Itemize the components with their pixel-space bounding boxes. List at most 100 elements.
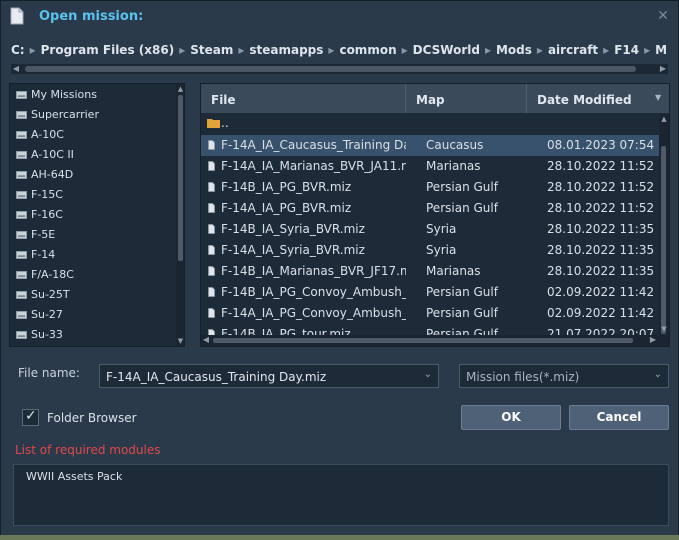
table-row[interactable]: F-14B_IA_Marianas_BVR_JF17.miz Marianas 28… — [201, 261, 659, 282]
table-row[interactable]: F-14A_IA_Syria_BVR.miz Syria 28.10.2022 11… — [201, 240, 659, 261]
breadcrumb: C: ▸ Program Files (x86) ▸ Steam ▸ steamapps ▸ c… — [11, 43, 668, 63]
table-row[interactable]: F-14A_IA_Caucasus_Training Day.miz Caucas… — [201, 135, 659, 156]
shortcut-item[interactable]: F-15C — [10, 185, 175, 205]
scroll-right-icon[interactable]: ▶ — [658, 64, 668, 74]
path-scrollbar[interactable]: ◀ ▶ — [11, 64, 668, 74]
drive-icon — [16, 131, 27, 139]
drive-icon — [16, 211, 27, 219]
scroll-left-icon[interactable]: ◀ — [11, 64, 21, 74]
file-name-cell: F-14B_IA_PG_Convoy_Ambush_Lvl1.miz — [221, 285, 406, 299]
folder-browser-checkbox[interactable]: ✓ — [22, 408, 39, 426]
shortcut-list-scrollbar[interactable]: ▲ ▼ — [176, 84, 184, 346]
shortcut-list: ▲ ▼ My Missions Supercarrier A-10C A-10C II… — [9, 83, 185, 347]
date-cell: 08.01.2023 07:54 — [547, 138, 655, 152]
file-icon — [208, 140, 215, 150]
shortcut-item-label: Supercarrier — [31, 108, 99, 121]
breadcrumb-segment[interactable]: steamapps — [249, 43, 323, 57]
scroll-down-icon[interactable]: ▼ — [659, 324, 669, 334]
close-icon[interactable]: ✕ — [656, 9, 670, 23]
shortcut-item-label: Su-25T — [31, 288, 70, 301]
sort-arrow-icon: ▼ — [655, 93, 662, 102]
chevron-down-icon[interactable]: ⌄ — [424, 369, 432, 380]
scroll-up-icon[interactable]: ▲ — [176, 84, 184, 94]
date-cell: 02.09.2022 11:42 — [547, 285, 655, 299]
drive-icon — [16, 291, 27, 299]
shortcut-item[interactable]: Supercarrier — [10, 105, 175, 125]
shortcut-item[interactable]: F/A-18C — [10, 265, 175, 285]
table-row[interactable]: F-14A_IA_PG_BVR.miz Persian Gulf 28.10.202… — [201, 198, 659, 219]
scroll-right-icon[interactable]: ▶ — [648, 335, 658, 345]
map-cell: Persian Gulf — [426, 306, 498, 320]
file-name-cell: F-14A_IA_Syria_BVR.miz — [221, 243, 365, 257]
path-scrollbar-thumb[interactable] — [25, 66, 636, 72]
cancel-button[interactable]: Cancel — [569, 405, 669, 430]
chevron-down-icon[interactable]: ⌄ — [654, 369, 662, 380]
document-icon — [10, 7, 24, 25]
shortcut-item[interactable]: Su-25T — [10, 285, 175, 305]
scroll-down-icon[interactable]: ▼ — [176, 336, 184, 346]
file-table-hscroll-thumb[interactable] — [213, 338, 633, 343]
shortcut-item[interactable]: A-10C — [10, 125, 175, 145]
shortcut-item-label: AH-64D — [31, 168, 74, 181]
drive-icon — [16, 311, 27, 319]
file-table: File Map Date Modified ▼ .. F-14A_IA_Cau… — [200, 83, 670, 347]
file-icon — [208, 266, 215, 276]
table-row[interactable]: F-14B_IA_Syria_BVR.miz Syria 28.10.2022 11… — [201, 219, 659, 240]
ok-button[interactable]: OK — [461, 405, 561, 430]
map-cell: Marianas — [426, 159, 481, 173]
shortcut-item[interactable]: AH-64D — [10, 165, 175, 185]
file-type-select[interactable]: Mission files(*.miz) ⌄ — [459, 364, 669, 388]
breadcrumb-segment[interactable]: C: — [11, 43, 25, 57]
shortcut-item-label: F/A-18C — [31, 268, 74, 281]
breadcrumb-segment[interactable]: common — [339, 43, 396, 57]
file-name-combobox[interactable]: F-14A_IA_Caucasus_Training Day.miz ⌄ — [99, 364, 439, 388]
breadcrumb-separator-icon: ▸ — [401, 43, 408, 57]
shortcut-item[interactable]: My Missions — [10, 85, 175, 105]
date-cell: 28.10.2022 11:35 — [547, 222, 655, 236]
breadcrumb-segment[interactable]: Mods — [496, 43, 532, 57]
shortcut-item[interactable]: Su-27 — [10, 305, 175, 325]
parent-folder-row[interactable]: .. — [201, 114, 659, 135]
scroll-up-icon[interactable]: ▲ — [659, 114, 669, 124]
drive-icon — [16, 271, 27, 279]
shortcut-item[interactable]: F-16C — [10, 205, 175, 225]
column-header-map[interactable]: Map — [406, 84, 527, 113]
table-row[interactable]: F-14A_IA_Marianas_BVR_JA11.miz Marianas 28… — [201, 156, 659, 177]
shortcut-scrollbar-thumb[interactable] — [178, 95, 183, 261]
checkmark-icon: ✓ — [25, 408, 37, 424]
folder-browser-label[interactable]: Folder Browser — [47, 411, 137, 425]
breadcrumb-separator-icon: ▸ — [644, 43, 651, 57]
file-name-cell: F-14B_IA_PG_BVR.miz — [221, 180, 352, 194]
breadcrumb-separator-icon: ▸ — [29, 43, 36, 57]
breadcrumb-segment[interactable]: aircraft — [548, 43, 598, 57]
drive-icon — [16, 91, 27, 99]
shortcut-item[interactable]: A-10C II — [10, 145, 175, 165]
breadcrumb-segment[interactable]: Program Files (x86) — [41, 43, 175, 57]
file-icon — [208, 182, 215, 192]
drive-icon — [16, 231, 27, 239]
scroll-left-icon[interactable]: ◀ — [201, 335, 211, 345]
file-icon — [208, 161, 215, 171]
shortcut-item[interactable]: F-5E — [10, 225, 175, 245]
date-cell: 02.09.2022 11:42 — [547, 306, 655, 320]
file-table-vscroll-thumb[interactable] — [661, 146, 666, 334]
breadcrumb-segment[interactable]: Missions — [655, 43, 668, 57]
table-row[interactable]: F-14B_IA_PG_BVR.miz Persian Gulf 28.10.202… — [201, 177, 659, 198]
table-row[interactable]: F-14B_IA_PG_Convoy_Ambush_Lvl1.miz Persia… — [201, 282, 659, 303]
shortcut-item-label: A-10C II — [31, 148, 74, 161]
date-cell: 28.10.2022 11:35 — [547, 243, 655, 257]
file-name-cell: F-14B_IA_Marianas_BVR_JF17.miz — [221, 264, 406, 278]
file-table-vscrollbar[interactable]: ▲ ▼ — [659, 114, 669, 334]
breadcrumb-segment[interactable]: Steam — [190, 43, 233, 57]
breadcrumb-segment[interactable]: F14 — [614, 43, 639, 57]
breadcrumb-segment[interactable]: DCSWorld — [413, 43, 480, 57]
map-cell: Syria — [426, 243, 457, 257]
table-row[interactable]: F-14A_IA_PG_Convoy_Ambush_Lvl1.miz Persia… — [201, 303, 659, 324]
map-cell: Syria — [426, 222, 457, 236]
folder-icon — [207, 119, 220, 128]
shortcut-item[interactable]: Su-33 — [10, 325, 175, 345]
shortcut-item[interactable]: F-14 — [10, 245, 175, 265]
column-header-file[interactable]: File — [201, 84, 406, 113]
file-table-hscrollbar[interactable]: ◀ ▶ — [201, 335, 669, 346]
column-header-date[interactable]: Date Modified — [527, 84, 669, 113]
